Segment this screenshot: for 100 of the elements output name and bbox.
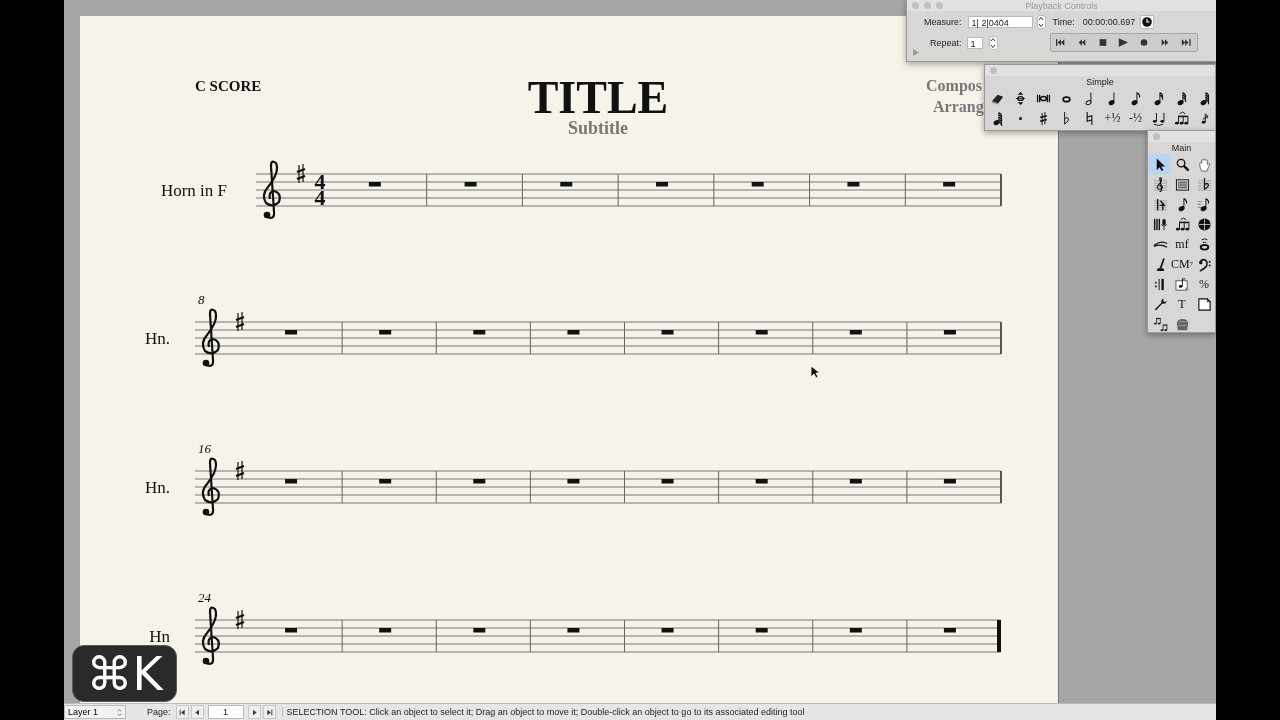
instrument-name: Hn <box>149 627 170 646</box>
measure-number: 24 <box>198 590 211 605</box>
sharp-sign <box>295 163 307 184</box>
whole-rest <box>368 182 381 187</box>
instrument-name: Hn. <box>144 329 170 348</box>
whole-rest <box>849 330 862 335</box>
instrument-name: Hn. <box>144 478 170 497</box>
page-nav-button[interactable] <box>175 705 189 719</box>
whole-rest <box>567 628 580 633</box>
whole-rest <box>560 182 573 187</box>
stepper[interactable] <box>988 35 998 50</box>
treble-clef <box>262 160 281 219</box>
measure-field[interactable]: 1| 2|0404 <box>967 15 1033 28</box>
whole-rest <box>755 628 768 633</box>
palette-tool[interactable]: CM$^{7}$ <box>1171 254 1193 274</box>
status-message: SELECTION TOOL: Click an object to select it; Drag an object to move it; Double-click an object to go to its associated editing tool <box>281 707 805 717</box>
whole-rest <box>567 330 580 335</box>
field-label: Measure: <box>924 16 962 27</box>
treble-clef-icon <box>1152 176 1168 192</box>
magnifier-icon <box>1174 156 1190 172</box>
page-field[interactable]: 1 <box>207 705 244 719</box>
arranger-text: Arrang <box>933 98 984 115</box>
whole-rest <box>473 628 486 633</box>
repeat-field[interactable]: 1 <box>966 36 983 49</box>
skip-back-icon[interactable] <box>1055 38 1066 47</box>
whole-rest <box>751 182 764 187</box>
clock-button[interactable] <box>1140 14 1155 29</box>
measure-number: 8 <box>198 292 205 307</box>
field-label: Time: <box>1052 16 1075 27</box>
whole-rest <box>473 330 486 335</box>
note-speed-icon <box>1196 196 1212 212</box>
time-readout: 00:00:00.697 <box>1082 16 1136 27</box>
whole-rest <box>379 330 392 335</box>
time-signature-icon <box>1152 196 1168 212</box>
last-page-icon <box>265 708 273 716</box>
palette-tool[interactable]: +½ <box>1101 108 1124 128</box>
page-nav-button[interactable] <box>262 705 276 719</box>
sixty-fourth-note-icon <box>1197 90 1212 106</box>
note-box-icon <box>1174 276 1190 292</box>
ball-icon <box>1196 216 1212 232</box>
updown-icon <box>117 707 122 717</box>
stop-icon[interactable] <box>1097 38 1108 47</box>
previous-page-icon <box>193 708 201 716</box>
fast-forward-icon[interactable] <box>1160 38 1171 47</box>
whole-rest <box>379 479 392 484</box>
mouse-cursor-icon <box>810 365 821 379</box>
rewind-icon[interactable] <box>1076 38 1087 47</box>
page-label: Page: <box>147 707 171 717</box>
tie-icon <box>1151 110 1166 126</box>
palette-tool[interactable]: mf <box>1171 234 1193 254</box>
whole-rest <box>285 330 298 335</box>
whole-rest <box>755 479 768 484</box>
tuplet-icon <box>1174 216 1190 232</box>
sharp-sign <box>234 311 246 332</box>
whole-rest <box>943 182 956 187</box>
whole-rest <box>661 330 674 335</box>
whole-rest <box>656 182 668 187</box>
palette-tool[interactable]: % <box>1193 274 1215 294</box>
eighth-note-icon <box>1128 90 1143 106</box>
whole-rest <box>849 479 862 484</box>
tuplet-icon <box>1174 110 1189 126</box>
composer-text: Compos <box>926 77 982 94</box>
whole-rest <box>661 628 674 633</box>
treble-clef <box>201 457 220 516</box>
record-icon[interactable] <box>1139 38 1150 47</box>
layer-select[interactable]: Layer 1 <box>64 705 126 719</box>
measure-number: 16 <box>198 441 211 456</box>
thirty-second-note-icon <box>1174 90 1189 106</box>
whole-rest <box>379 628 392 633</box>
instrument-name: Horn in F <box>160 181 227 200</box>
palette-title: Simple <box>1086 76 1114 88</box>
skip-forward-icon[interactable] <box>1181 38 1191 47</box>
dot-icon <box>1019 116 1022 120</box>
flip-arrows-icon <box>1013 90 1028 106</box>
key-signature-icon <box>1196 176 1212 192</box>
palette-tool[interactable]: T <box>1171 294 1193 314</box>
short-note-icon <box>990 110 1005 126</box>
palette-tool[interactable] <box>1149 154 1171 174</box>
whole-rest <box>943 628 956 633</box>
window-title: Playback Controls <box>1025 0 1098 11</box>
score-type: C SCORE <box>195 78 262 94</box>
whole-rest <box>473 479 486 484</box>
first-page-icon <box>178 708 186 716</box>
play-icon[interactable] <box>1118 38 1129 47</box>
sharp-sign <box>234 609 246 630</box>
stepper[interactable] <box>1036 14 1046 29</box>
field-label: Repeat: <box>930 37 962 48</box>
treble-clef <box>201 606 220 665</box>
keystroke-text: ⌘K <box>86 650 163 697</box>
page-nav-button[interactable] <box>190 705 204 719</box>
whole-rest <box>847 182 860 187</box>
sharp-sign <box>234 460 246 481</box>
page-nav-button[interactable] <box>247 705 261 719</box>
whole-rest <box>661 479 674 484</box>
clock-icon <box>1142 16 1153 27</box>
hand-icon <box>1196 156 1212 172</box>
next-page-icon <box>250 708 258 716</box>
whole-rest <box>285 628 298 633</box>
palette-tool[interactable]: -½ <box>1124 108 1147 128</box>
beamed-notes-icon <box>1152 316 1168 332</box>
